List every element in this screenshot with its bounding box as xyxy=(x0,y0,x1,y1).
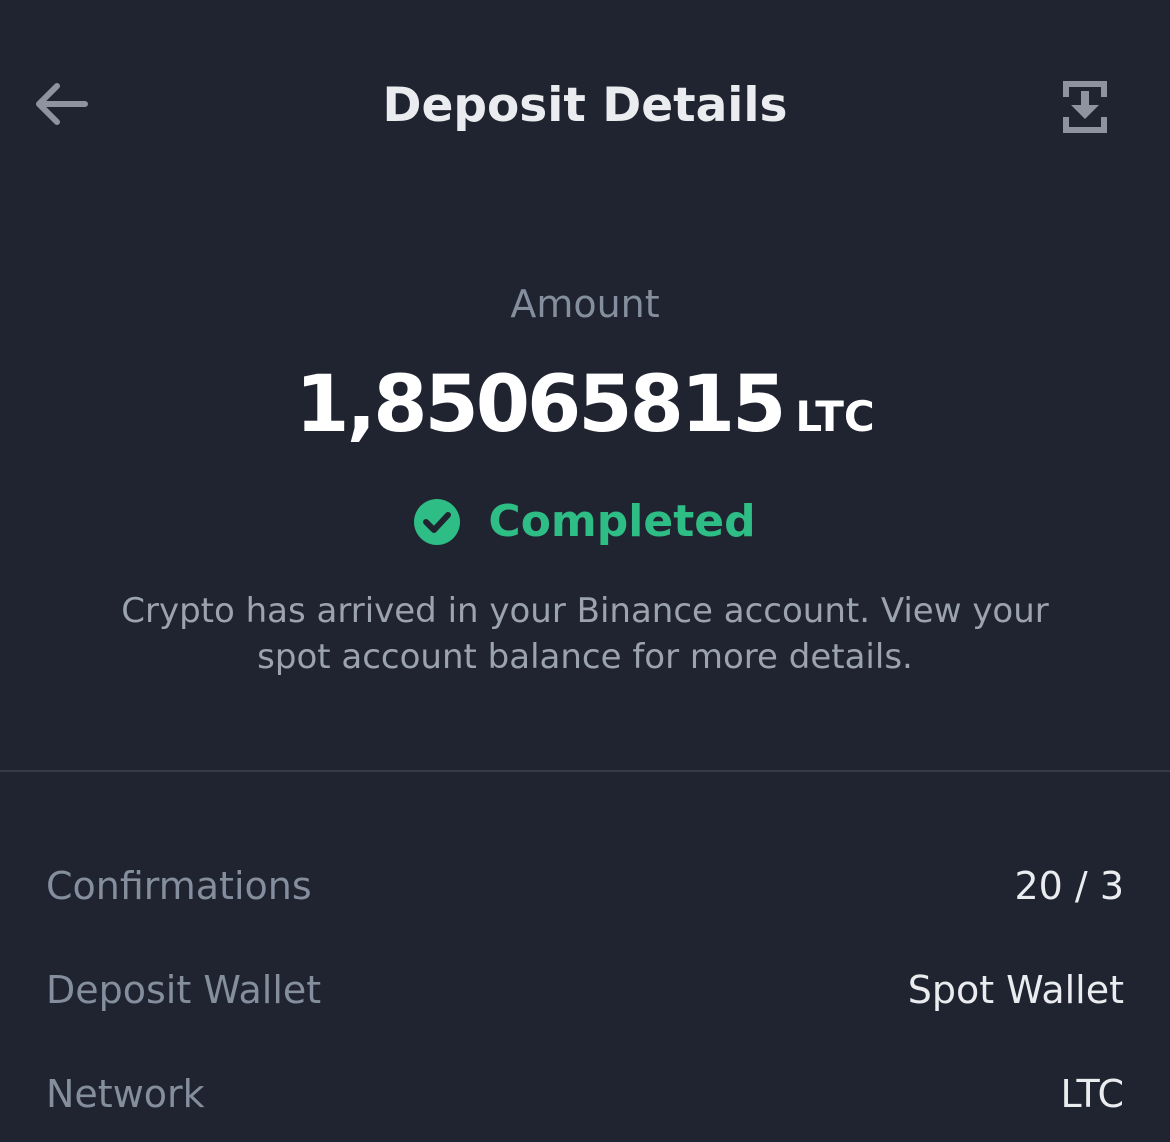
header: Deposit Details xyxy=(0,0,1170,210)
status-badge: Completed xyxy=(0,492,1170,552)
detail-label: Deposit Wallet xyxy=(46,968,322,1012)
detail-value: Spot Wallet xyxy=(907,968,1124,1012)
page-title: Deposit Details xyxy=(382,78,788,133)
detail-row-confirmations: Confirmations 20 / 3 xyxy=(46,856,1124,916)
status-text: Completed xyxy=(488,496,756,547)
amount-label: Amount xyxy=(510,282,660,326)
detail-row-network: Network LTC xyxy=(46,1064,1124,1124)
amount-value: 1,85065815 xyxy=(295,360,786,450)
detail-label: Confirmations xyxy=(46,864,312,908)
detail-value: LTC xyxy=(1060,1072,1124,1116)
detail-value: 20 / 3 xyxy=(1014,864,1125,908)
check-circle-icon xyxy=(414,499,461,545)
amount-unit: LTC xyxy=(795,392,875,441)
detail-row-deposit-wallet: Deposit Wallet Spot Wallet xyxy=(46,960,1124,1020)
detail-label: Network xyxy=(46,1072,205,1116)
deposit-note: Crypto has arrived in your Binance accou… xyxy=(121,591,1049,677)
divider xyxy=(0,770,1170,772)
download-icon xyxy=(1063,81,1107,133)
download-button[interactable] xyxy=(1052,72,1118,142)
amount-display: 1,85065815 LTC xyxy=(0,360,1170,450)
